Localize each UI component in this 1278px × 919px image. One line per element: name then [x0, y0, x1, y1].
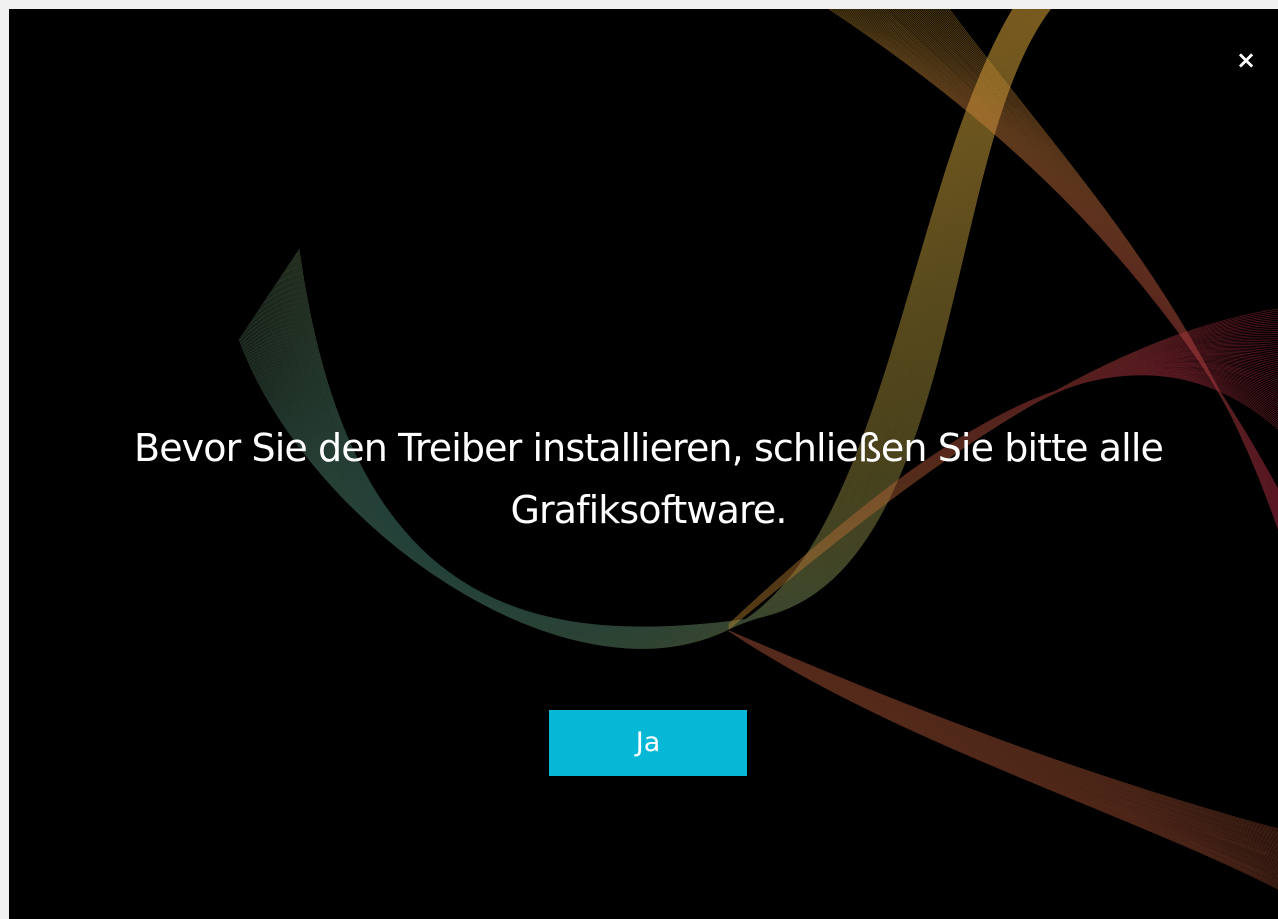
confirm-button[interactable]: Ja — [549, 710, 747, 776]
close-icon: × — [1235, 46, 1257, 74]
dialog-message: Bevor Sie den Treiber installieren, schl… — [134, 426, 1164, 532]
installer-dialog: × Bevor Sie den Treiber installieren, sc… — [9, 9, 1278, 919]
close-button[interactable]: × — [1228, 45, 1264, 75]
